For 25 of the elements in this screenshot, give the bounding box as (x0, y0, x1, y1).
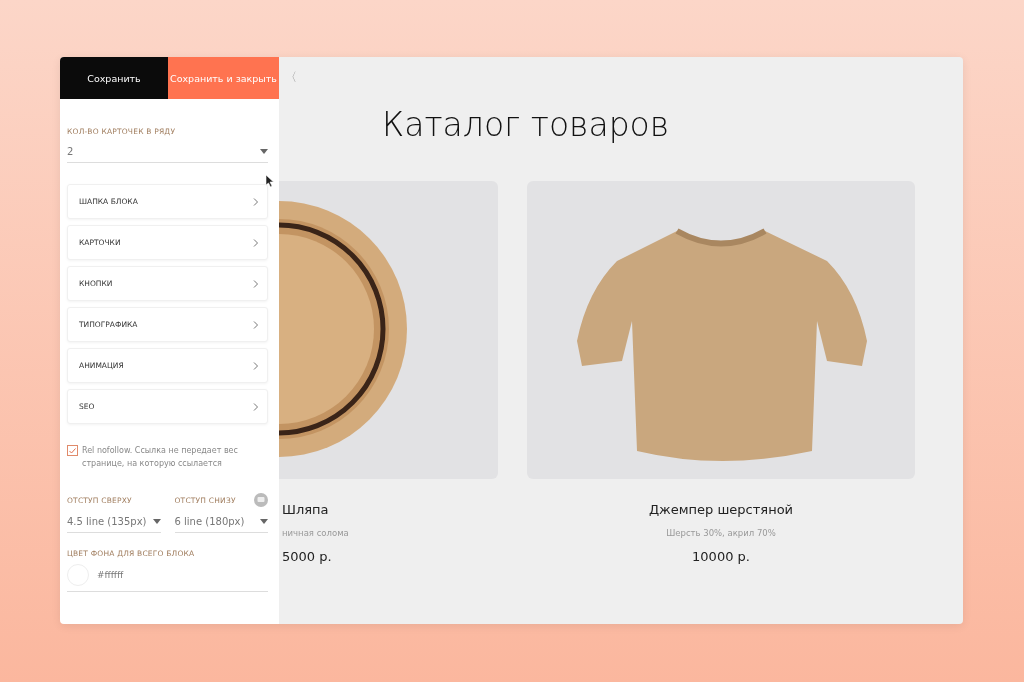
chevron-icon (253, 361, 259, 370)
chat-icon[interactable] (254, 493, 268, 507)
product-description: ничная солома (282, 528, 350, 538)
chevron-icon (253, 197, 259, 206)
product-name: Джемпер шерстяной (647, 502, 795, 517)
padding-select[interactable]: 6 line (180px) (174, 512, 268, 533)
padding-select[interactable]: 4.5 line (135px) (67, 512, 161, 533)
product-description: Шерсть 30%, акрил 70% (665, 528, 777, 538)
chevron-icon (253, 402, 259, 411)
color-value: #ffffff (97, 570, 124, 580)
cards-per-row-select[interactable]: 2 (67, 142, 268, 163)
product-name: Шляпа (282, 502, 330, 517)
save-button[interactable]: Сохранить (60, 57, 168, 99)
checkbox-label: Rel nofollow. Ссылка не передает вес странице, на которую ссылается (82, 445, 239, 470)
chevron-icon (253, 320, 259, 329)
checkbox[interactable] (67, 445, 78, 456)
chevron-icon (253, 238, 259, 247)
product-price: 5000 р. (282, 549, 333, 564)
chevron-icon (253, 279, 259, 288)
caret-icon (260, 519, 268, 524)
cursor-icon (266, 175, 274, 187)
caret-icon (152, 519, 161, 524)
product-price: 10000 р. (691, 549, 751, 564)
caret-icon (260, 149, 268, 154)
catalog-title: Каталог товаров (382, 105, 671, 145)
